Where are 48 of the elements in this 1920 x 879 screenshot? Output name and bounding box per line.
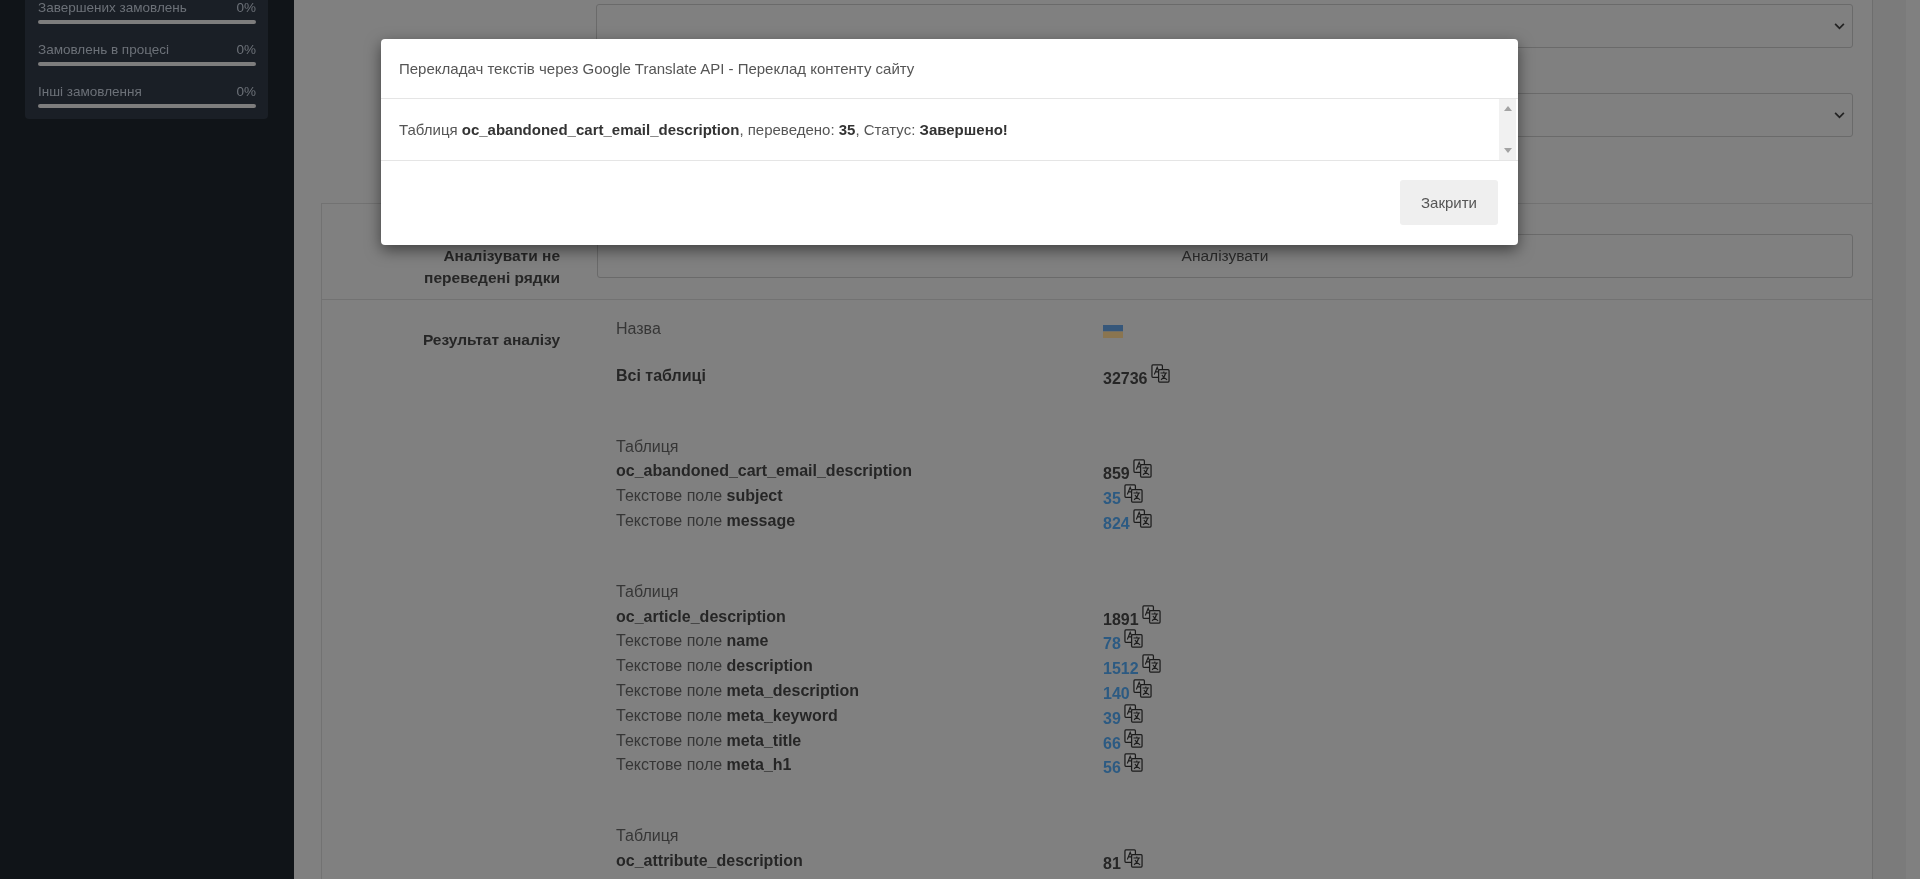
- field-name: Текстове поле meta_title: [616, 731, 802, 749]
- translate-icon[interactable]: [1132, 678, 1152, 698]
- field-label: Результат аналізу: [422, 330, 560, 350]
- chevron-down-icon: [1834, 111, 1845, 119]
- field-name: Текстове поле meta_description: [616, 681, 860, 699]
- modal-message: Таблиця oc_abandoned_cart_email_description, переведено: 35, Статус: Завершено!: [399, 121, 1008, 138]
- stat-label: Замовлень в процесі: [38, 42, 170, 58]
- translate-icon[interactable]: [1123, 703, 1143, 723]
- field-name: Текстове поле meta_h1: [616, 756, 792, 774]
- translate-icon[interactable]: [1132, 459, 1152, 479]
- translate-icon[interactable]: [1132, 509, 1152, 528]
- translate-icon[interactable]: [1123, 848, 1143, 868]
- translate-icon[interactable]: [1123, 728, 1143, 748]
- count-value: 1891: [1103, 609, 1139, 630]
- field-name: Текстове поле name: [616, 632, 769, 650]
- table-caption: Таблиця: [616, 827, 679, 845]
- stat-value: 0%: [236, 42, 256, 58]
- chevron-down-icon: [1834, 22, 1845, 30]
- field-name: Текстове поле description: [616, 657, 813, 675]
- table-name: oc_attribute_description: [616, 851, 803, 869]
- translate-icon[interactable]: [1141, 604, 1161, 624]
- field-name: Текстове поле meta_keyword: [616, 706, 838, 724]
- column-header: Назва: [616, 320, 661, 337]
- translate-icon[interactable]: [1123, 629, 1143, 649]
- count-link[interactable]: 35: [1103, 484, 1121, 512]
- count-value: 81: [1103, 853, 1121, 874]
- stat-label: Завершених замовлень: [38, 0, 187, 16]
- count-value: 859: [1103, 464, 1130, 485]
- total-label: Всі таблиці: [616, 366, 706, 384]
- table-name: oc_article_description: [616, 607, 786, 625]
- table-caption: Таблиця: [616, 437, 679, 455]
- translate-icon[interactable]: [1123, 753, 1143, 773]
- translate-icon[interactable]: [1123, 484, 1143, 504]
- flag-icon: [1103, 325, 1123, 338]
- table-name: oc_abandoned_cart_email_description: [616, 462, 913, 480]
- count-link[interactable]: 824: [1103, 509, 1130, 537]
- count-value: 32736: [1103, 368, 1148, 389]
- field-label: Аналізувати не переведені рядки: [423, 246, 560, 288]
- stat-value: 0%: [236, 0, 256, 16]
- field-name: Текстове поле message: [616, 512, 796, 529]
- translate-icon[interactable]: [1150, 363, 1170, 383]
- close-button[interactable]: Закрити: [1400, 180, 1498, 225]
- table-caption: Таблиця: [616, 582, 679, 600]
- modal-title: Перекладач текстів через Google Translate API - Переклад контенту сайту: [399, 60, 915, 77]
- field-name: Текстове поле subject: [616, 487, 783, 505]
- stat-value: 0%: [236, 84, 256, 100]
- stat-label: Інші замовлення: [38, 84, 142, 100]
- translate-icon[interactable]: [1141, 654, 1161, 674]
